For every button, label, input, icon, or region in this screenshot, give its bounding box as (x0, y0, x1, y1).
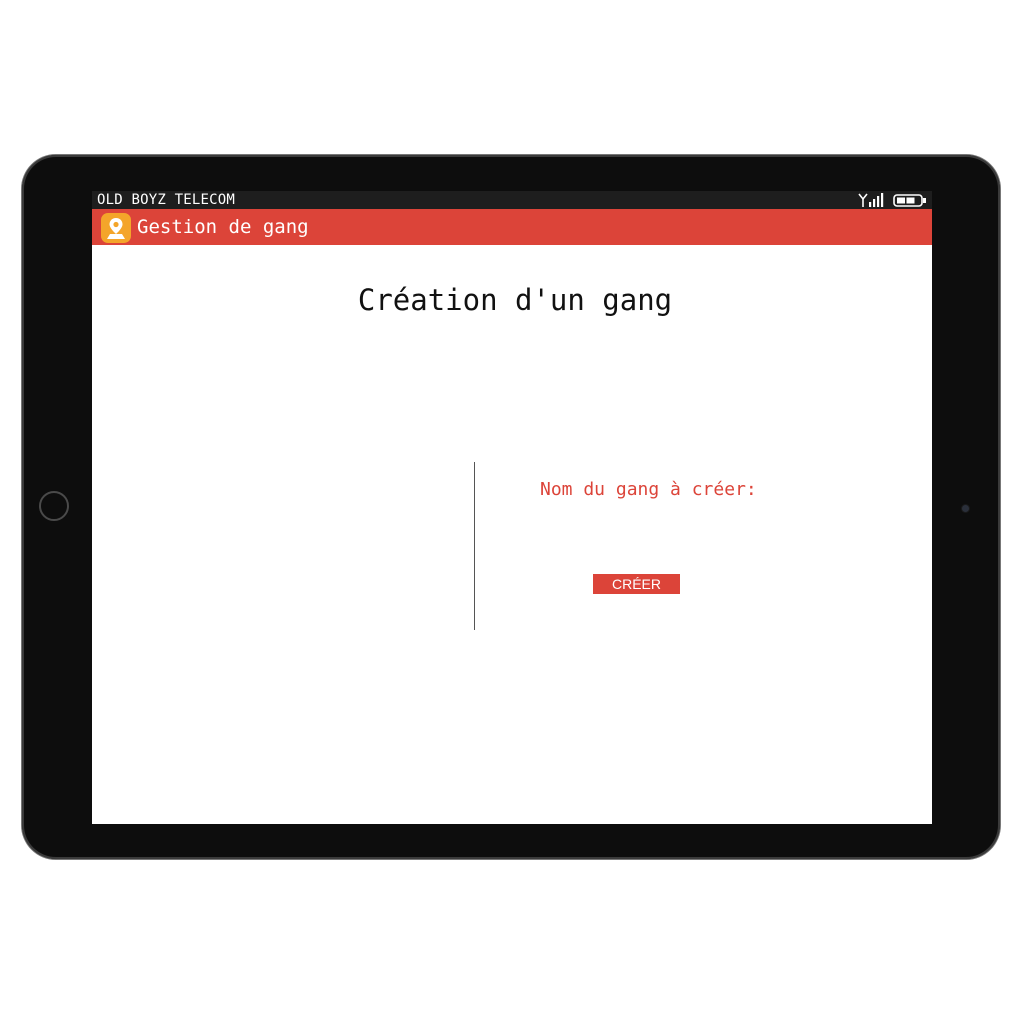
app-bar: Gestion de gang (92, 209, 932, 245)
screen: OLD BOYZ TELECOM Gestion de gang Créatio… (92, 191, 932, 824)
map-pin-app-icon[interactable] (101, 213, 131, 243)
vertical-divider (474, 462, 475, 630)
carrier-name: OLD BOYZ TELECOM (97, 192, 236, 208)
signal-strength-icon (858, 193, 884, 207)
map-pin-icon (107, 218, 125, 239)
page-title: Création d'un gang (357, 283, 673, 317)
battery-icon (893, 194, 926, 207)
create-button[interactable]: CRÉER (593, 574, 680, 594)
gang-name-label: Nom du gang à créer: (540, 479, 757, 500)
home-button[interactable] (39, 491, 69, 521)
front-camera (962, 505, 969, 512)
status-bar: OLD BOYZ TELECOM (92, 191, 932, 209)
app-title: Gestion de gang (137, 216, 309, 238)
